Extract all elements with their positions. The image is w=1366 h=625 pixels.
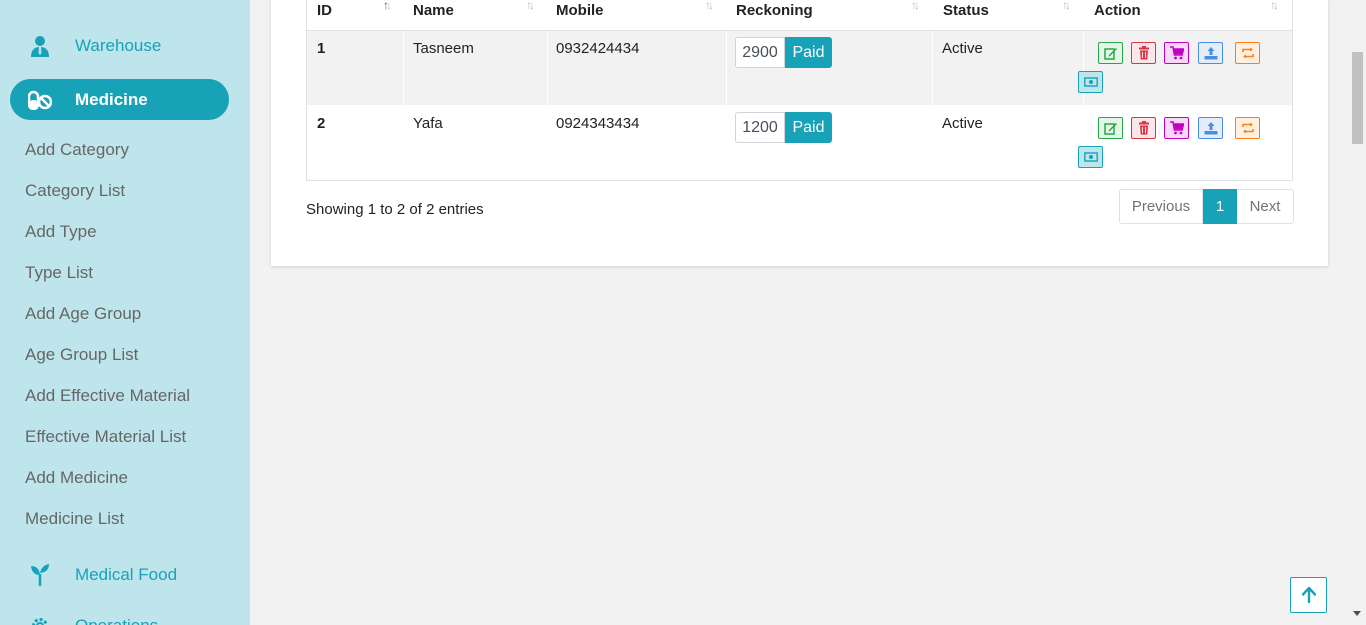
arrow-up-icon bbox=[1301, 587, 1316, 603]
delete-button[interactable] bbox=[1131, 117, 1156, 139]
delete-button[interactable] bbox=[1131, 42, 1156, 64]
nav-medicine[interactable]: Medicine bbox=[10, 79, 229, 120]
gear-icon bbox=[15, 616, 65, 625]
submenu-effective-material-list[interactable]: Effective Material List bbox=[25, 427, 186, 447]
submenu-add-category[interactable]: Add Category bbox=[25, 140, 129, 160]
scrollbar-thumb[interactable] bbox=[1352, 52, 1363, 144]
header-mobile[interactable]: Mobile bbox=[556, 2, 604, 19]
edit-button[interactable] bbox=[1098, 117, 1123, 139]
retweet-button[interactable] bbox=[1235, 117, 1260, 139]
page-scrollbar[interactable] bbox=[1349, 0, 1366, 625]
pills-icon bbox=[15, 90, 65, 110]
user-tie-icon bbox=[15, 35, 65, 57]
upload-icon bbox=[1204, 122, 1217, 135]
cart-button[interactable] bbox=[1164, 117, 1189, 139]
submenu-age-group-list[interactable]: Age Group List bbox=[25, 345, 138, 365]
payment-button[interactable] bbox=[1078, 146, 1103, 168]
submenu-medicine-list[interactable]: Medicine List bbox=[25, 509, 124, 529]
trash-icon bbox=[1138, 46, 1149, 60]
page-1-button[interactable]: 1 bbox=[1203, 189, 1237, 224]
sort-icon[interactable]: ↑↓ bbox=[911, 0, 920, 12]
column-divider bbox=[726, 31, 727, 105]
submenu-category-list[interactable]: Category List bbox=[25, 181, 125, 201]
sort-icon[interactable]: ↑↓ bbox=[705, 0, 714, 12]
nav-operations-label: Operations bbox=[75, 615, 159, 625]
previous-page-button[interactable]: Previous bbox=[1119, 189, 1203, 224]
reckoning-amount: 2900 bbox=[735, 37, 785, 68]
paid-button[interactable]: Paid bbox=[785, 112, 832, 143]
pagination: Previous 1 Next bbox=[1119, 189, 1294, 224]
next-page-button[interactable]: Next bbox=[1237, 189, 1294, 224]
submenu-add-medicine[interactable]: Add Medicine bbox=[25, 468, 128, 488]
table-row: 1 Tasneem 0932424434 2900 Paid Active bbox=[307, 31, 1292, 105]
sidebar: Warehouse Medicine Add Category Category… bbox=[0, 0, 250, 625]
column-divider bbox=[403, 31, 404, 105]
reckoning-amount: 1200 bbox=[735, 112, 785, 143]
header-reckoning[interactable]: Reckoning bbox=[736, 2, 813, 19]
cart-icon bbox=[1169, 46, 1184, 60]
retweet-icon bbox=[1241, 47, 1254, 59]
submenu-add-age-group[interactable]: Add Age Group bbox=[25, 304, 141, 324]
column-divider bbox=[547, 31, 548, 105]
back-to-top-button[interactable] bbox=[1290, 577, 1327, 613]
cell-mobile: 0932424434 bbox=[556, 40, 640, 57]
retweet-icon bbox=[1241, 122, 1254, 134]
retweet-button[interactable] bbox=[1235, 42, 1260, 64]
paid-button[interactable]: Paid bbox=[785, 37, 832, 68]
header-action[interactable]: Action bbox=[1094, 2, 1141, 19]
upload-button[interactable] bbox=[1198, 117, 1223, 139]
edit-icon bbox=[1103, 123, 1117, 135]
nav-warehouse-label: Warehouse bbox=[75, 35, 162, 55]
header-status[interactable]: Status bbox=[943, 2, 989, 19]
cell-id: 1 bbox=[317, 40, 326, 57]
table-header: ID ↑↓ Name ↑↓ Mobile ↑↓ Reckoning ↑↓ Sta… bbox=[307, 0, 1292, 31]
upload-button[interactable] bbox=[1198, 42, 1223, 64]
cart-icon bbox=[1169, 121, 1184, 135]
upload-icon bbox=[1204, 47, 1217, 60]
reckoning-group: 1200 Paid bbox=[735, 112, 832, 143]
sort-icon[interactable]: ↑↓ bbox=[526, 0, 535, 12]
content-card: ID ↑↓ Name ↑↓ Mobile ↑↓ Reckoning ↑↓ Sta… bbox=[271, 0, 1328, 266]
edit-icon bbox=[1103, 48, 1117, 60]
submenu-add-type[interactable]: Add Type bbox=[25, 222, 97, 242]
cart-button[interactable] bbox=[1164, 42, 1189, 64]
sort-icon[interactable]: ↑↓ bbox=[1062, 0, 1071, 12]
table-row: 2 Yafa 0924343434 1200 Paid Active bbox=[307, 105, 1292, 180]
nav-medical-food-label: Medical Food bbox=[75, 564, 178, 584]
trash-icon bbox=[1138, 121, 1149, 135]
data-table: ID ↑↓ Name ↑↓ Mobile ↑↓ Reckoning ↑↓ Sta… bbox=[306, 0, 1293, 181]
reckoning-group: 2900 Paid bbox=[735, 37, 832, 68]
cell-name: Yafa bbox=[413, 115, 443, 132]
scroll-down-arrow-icon[interactable] bbox=[1353, 611, 1361, 616]
sort-asc-icon[interactable]: ↑↓ bbox=[383, 0, 392, 12]
cell-name: Tasneem bbox=[413, 40, 474, 57]
edit-button[interactable] bbox=[1098, 42, 1123, 64]
nav-operations[interactable]: Operations bbox=[10, 605, 229, 625]
payment-button[interactable] bbox=[1078, 71, 1103, 93]
cell-status: Active bbox=[942, 40, 983, 57]
nav-medical-food[interactable]: Medical Food bbox=[10, 554, 229, 595]
money-icon bbox=[1083, 152, 1098, 162]
nav-medicine-label: Medicine bbox=[75, 89, 148, 109]
column-divider bbox=[932, 31, 933, 105]
header-name[interactable]: Name bbox=[413, 2, 454, 19]
money-icon bbox=[1083, 77, 1098, 87]
nav-warehouse[interactable]: Warehouse bbox=[10, 25, 229, 66]
cell-status: Active bbox=[942, 115, 983, 132]
sort-icon[interactable]: ↑↓ bbox=[1270, 0, 1279, 12]
cell-mobile: 0924343434 bbox=[556, 115, 640, 132]
table-info: Showing 1 to 2 of 2 entries bbox=[306, 201, 484, 218]
cell-id: 2 bbox=[317, 115, 326, 132]
column-divider bbox=[1083, 31, 1084, 105]
header-id[interactable]: ID bbox=[317, 2, 332, 19]
seedling-icon bbox=[15, 563, 65, 586]
submenu-add-effective-material[interactable]: Add Effective Material bbox=[25, 386, 190, 406]
submenu-type-list[interactable]: Type List bbox=[25, 263, 93, 283]
